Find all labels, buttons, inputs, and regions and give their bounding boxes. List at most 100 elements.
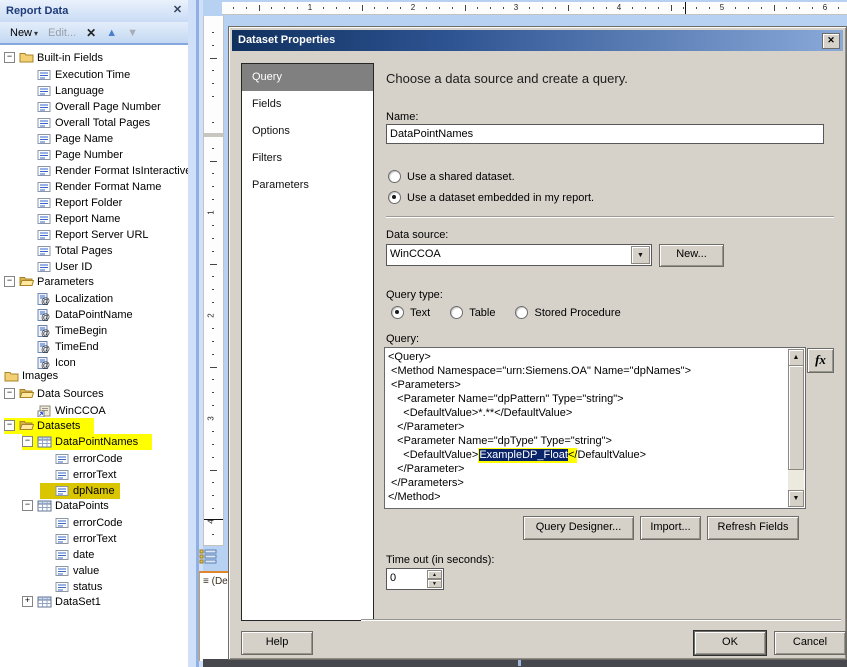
shared-dataset-radio[interactable]: Use a shared dataset. bbox=[388, 170, 515, 183]
tree-item-errorcode[interactable]: errorCode bbox=[0, 512, 190, 528]
collapse-icon[interactable]: − bbox=[4, 420, 15, 431]
embedded-dataset-radio[interactable]: Use a dataset embedded in my report. bbox=[388, 191, 594, 204]
row-groups-pane[interactable]: ≡ (De bbox=[199, 571, 229, 661]
tree-item-report-server-url[interactable]: Report Server URL bbox=[0, 224, 190, 240]
query-designer-button[interactable]: Query Designer... bbox=[523, 516, 634, 540]
dialog-titlebar[interactable]: Dataset Properties ✕ bbox=[232, 30, 843, 51]
timeout-spinner[interactable]: 0 ▲ ▼ bbox=[386, 568, 444, 590]
tree-item-execution-time[interactable]: Execution Time bbox=[0, 64, 190, 80]
dialog-nav-parameters[interactable]: Parameters bbox=[242, 172, 373, 199]
folder-icon bbox=[4, 370, 20, 383]
grouping-pane-icon[interactable] bbox=[199, 548, 217, 567]
tree-item-status[interactable]: status bbox=[0, 576, 190, 592]
ok-button[interactable]: OK bbox=[694, 631, 766, 655]
selected-text: ExampleDP_Float bbox=[479, 449, 568, 461]
tree-item-page-name[interactable]: Page Name bbox=[0, 128, 190, 144]
close-icon[interactable]: ✕ bbox=[170, 3, 185, 18]
edit-button[interactable]: Edit... bbox=[43, 27, 81, 39]
querytype-label: Query type: bbox=[386, 289, 443, 301]
tree-item-timebegin[interactable]: @TimeBegin bbox=[0, 320, 190, 336]
dialog-nav-fields[interactable]: Fields bbox=[242, 91, 373, 118]
radio-icon[interactable] bbox=[388, 191, 401, 204]
tree-item-page-number[interactable]: Page Number bbox=[0, 144, 190, 160]
spin-down-icon[interactable]: ▼ bbox=[427, 579, 442, 588]
querytype-options: Text Table Stored Procedure bbox=[391, 306, 621, 319]
delete-icon[interactable]: ✕ bbox=[81, 26, 101, 40]
radio-icon[interactable] bbox=[388, 170, 401, 183]
tree-item-errortext[interactable]: errorText bbox=[0, 464, 190, 480]
tree-item-overall-page-number[interactable]: Overall Page Number bbox=[0, 96, 190, 112]
chevron-down-icon[interactable]: ▼ bbox=[631, 246, 650, 264]
new-button[interactable]: New▾ bbox=[5, 27, 43, 39]
tree-item-language[interactable]: Language bbox=[0, 80, 190, 96]
radio-icon[interactable] bbox=[515, 306, 528, 319]
scrollbar-thumb[interactable] bbox=[788, 365, 804, 470]
tree-item-render-format-isinteractive[interactable]: Render Format IsInteractive bbox=[0, 160, 190, 176]
close-icon[interactable]: ✕ bbox=[822, 33, 840, 49]
tree-item-total-pages[interactable]: Total Pages bbox=[0, 240, 190, 256]
collapse-icon[interactable]: − bbox=[22, 500, 33, 511]
datasource-combobox[interactable]: WinCCOA ▼ bbox=[386, 244, 652, 266]
tree-item-data-sources[interactable]: −Data Sources bbox=[0, 384, 190, 400]
folder-open-icon bbox=[19, 275, 35, 288]
scroll-down-icon[interactable]: ▼ bbox=[788, 490, 804, 507]
tree-item-winccoa[interactable]: WinCCOA bbox=[0, 400, 190, 416]
tree-item-errortext[interactable]: errorText bbox=[0, 528, 190, 544]
import-button[interactable]: Import... bbox=[640, 516, 701, 540]
scrollbar[interactable]: ▲ ▼ bbox=[788, 349, 804, 507]
query-textarea[interactable]: <Query> <Method Namespace="urn:Siemens.O… bbox=[384, 347, 806, 509]
collapse-icon[interactable]: − bbox=[4, 52, 15, 63]
tree-item-dpname[interactable]: dpName bbox=[0, 480, 190, 496]
splitter-handle[interactable] bbox=[518, 660, 521, 666]
chevron-down-icon: ▾ bbox=[34, 29, 38, 38]
tree-item-datapoints[interactable]: −DataPoints bbox=[0, 496, 190, 512]
collapse-icon[interactable]: − bbox=[22, 436, 33, 447]
divider bbox=[361, 619, 841, 621]
radio-icon[interactable] bbox=[450, 306, 463, 319]
dataset-icon bbox=[37, 596, 53, 608]
cancel-button[interactable]: Cancel bbox=[774, 631, 846, 655]
tree-item-value[interactable]: value bbox=[0, 560, 190, 576]
move-up-icon[interactable]: ▲ bbox=[101, 27, 122, 39]
tree-item-datapointname[interactable]: @DataPointName bbox=[0, 304, 190, 320]
spin-up-icon[interactable]: ▲ bbox=[427, 570, 442, 579]
new-datasource-button[interactable]: New... bbox=[659, 244, 724, 267]
dataset-icon bbox=[37, 436, 53, 448]
dialog-nav-filters[interactable]: Filters bbox=[242, 145, 373, 172]
tree-item-report-name[interactable]: Report Name bbox=[0, 208, 190, 224]
tree-item-overall-total-pages[interactable]: Overall Total Pages bbox=[0, 112, 190, 128]
timeout-label: Time out (in seconds): bbox=[386, 554, 494, 566]
move-down-icon[interactable]: ▼ bbox=[122, 27, 143, 39]
folder-open-icon bbox=[19, 387, 35, 400]
expression-button[interactable]: fx bbox=[807, 348, 834, 373]
tree-item-images[interactable]: Images bbox=[0, 368, 190, 384]
querytype-table[interactable]: Table bbox=[450, 306, 495, 319]
dialog-nav-options[interactable]: Options bbox=[242, 118, 373, 145]
design-surface-bottom bbox=[203, 659, 847, 667]
tree-item-timeend[interactable]: @TimeEnd bbox=[0, 336, 190, 352]
dialog-nav: QueryFieldsOptionsFiltersParameters bbox=[241, 63, 374, 621]
tree-item-report-folder[interactable]: Report Folder bbox=[0, 192, 190, 208]
dialog-nav-query[interactable]: Query bbox=[242, 64, 373, 91]
tree-item-dataset1[interactable]: +DataSet1 bbox=[0, 592, 190, 608]
tree-item-errorcode[interactable]: errorCode bbox=[0, 448, 190, 464]
tree-item-datapointnames[interactable]: −DataPointNames bbox=[0, 432, 190, 448]
radio-icon[interactable] bbox=[391, 306, 404, 319]
expand-icon[interactable]: + bbox=[22, 596, 33, 607]
tree-item-localization[interactable]: @Localization bbox=[0, 288, 190, 304]
querytype-text[interactable]: Text bbox=[391, 306, 430, 319]
name-input[interactable]: DataPointNames bbox=[386, 124, 824, 144]
name-label: Name: bbox=[386, 111, 418, 123]
panel-toolbar: New▾ Edit... ✕ ▲ ▼ bbox=[0, 22, 190, 45]
refresh-fields-button[interactable]: Refresh Fields bbox=[707, 516, 799, 540]
tree-item-built-in-fields[interactable]: −Built-in Fields bbox=[0, 48, 190, 64]
tree-item-parameters[interactable]: −Parameters bbox=[0, 272, 190, 288]
collapse-icon[interactable]: − bbox=[4, 276, 15, 287]
folder-icon bbox=[19, 51, 35, 64]
report-data-tree: −Built-in FieldsExecution TimeLanguageOv… bbox=[0, 46, 190, 667]
querytype-stored-procedure[interactable]: Stored Procedure bbox=[515, 306, 620, 319]
collapse-icon[interactable]: − bbox=[4, 388, 15, 399]
scroll-up-icon[interactable]: ▲ bbox=[788, 349, 804, 366]
query-label: Query: bbox=[386, 333, 419, 345]
help-button[interactable]: Help bbox=[241, 631, 313, 655]
